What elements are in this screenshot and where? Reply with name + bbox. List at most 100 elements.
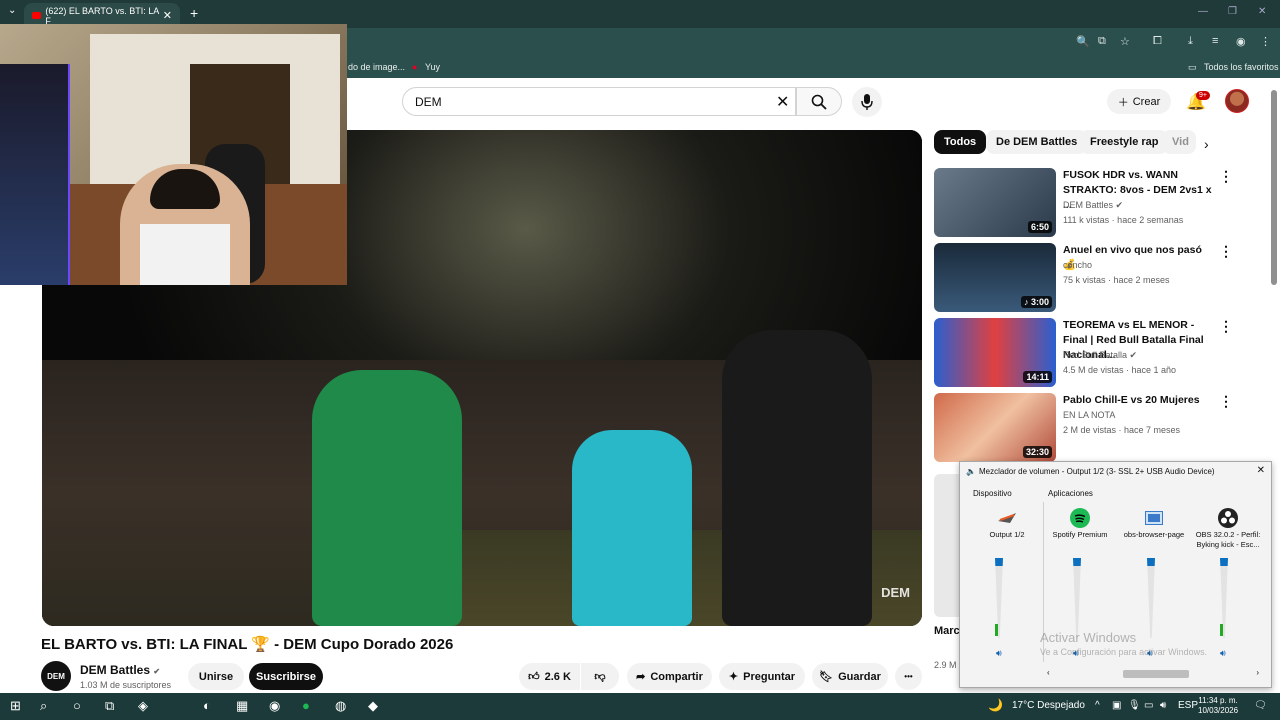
join-button[interactable]: Unirse	[188, 663, 244, 690]
chevron-right-icon[interactable]: ›	[1204, 136, 1209, 152]
save-button[interactable]: 🔖︎ Guardar	[812, 663, 888, 690]
thumbs-down-icon: 👎︎	[594, 671, 606, 683]
mute-speaker-icon[interactable]: 🔊︎	[1220, 648, 1226, 659]
more-options-icon[interactable]: ⋮	[1219, 168, 1233, 185]
volume-slider-output[interactable]	[995, 558, 1003, 638]
tab-list-chevron-icon[interactable]: ⌄	[8, 5, 16, 16]
weather-text[interactable]: 17°C Despejado	[1012, 700, 1085, 711]
bookmark-item[interactable]: Yuy	[425, 62, 440, 72]
subscriber-count: 1.03 M de suscriptores	[80, 680, 172, 690]
system-clock[interactable]: 11:34 p. m. 10/03/2026	[1198, 696, 1238, 716]
store-icon[interactable]: ▦	[236, 698, 248, 714]
tray-chevron-icon[interactable]: ^	[1095, 700, 1100, 711]
volume-slider-browser[interactable]	[1147, 558, 1155, 638]
user-avatar[interactable]	[1225, 89, 1249, 113]
share-label: Compartir	[650, 670, 703, 683]
obs-icon	[1193, 506, 1263, 530]
download-icon[interactable]: ⤓	[1188, 35, 1193, 48]
copilot-icon[interactable]: ◈	[138, 698, 148, 714]
tab-title: (622) EL BARTO vs. BTI: LA F	[45, 5, 159, 26]
recommendation-item[interactable]: ♪ 3:00 Anuel en vivo que nos pasó 💰 conc…	[934, 243, 1266, 313]
webcam-tank-top	[140, 224, 230, 285]
maximize-icon[interactable]: ❐	[1228, 6, 1237, 17]
spotify-taskbar-icon[interactable]: ●	[302, 698, 310, 713]
thumbs-up-icon: 👍︎	[528, 671, 540, 683]
scrollbar-thumb[interactable]	[1123, 670, 1189, 678]
search-button[interactable]	[796, 87, 842, 116]
volume-slider-obs[interactable]	[1220, 558, 1228, 638]
recommendation-item[interactable]: 14:11 TEOREMA vs EL MENOR - Final | Red …	[934, 318, 1266, 388]
edge-icon[interactable]: ◐	[203, 698, 211, 713]
mixer-horizontal-scrollbar[interactable]: ‹ ›	[1043, 668, 1263, 680]
channel-avatar[interactable]: DEM	[41, 661, 71, 691]
clear-search-icon[interactable]: ✕	[776, 92, 789, 112]
pinterest-icon: ●	[412, 62, 418, 72]
chip-todos[interactable]: Todos	[934, 130, 987, 154]
tab-close-icon[interactable]: ✕	[163, 9, 172, 22]
like-button[interactable]: 👍︎ 2.6 K	[519, 663, 580, 690]
task-view-icon[interactable]: ⧉	[105, 698, 114, 714]
tray-mic-icon[interactable]: 🎙︎	[1128, 700, 1141, 711]
recommendation-meta: 2 M de vistas · hace 7 meses	[1063, 425, 1181, 435]
language-indicator[interactable]: ESP	[1178, 700, 1198, 711]
install-icon[interactable]: ⧉	[1098, 35, 1106, 48]
activate-windows-watermark: Activar Windows	[1040, 630, 1137, 645]
mixer-close-icon[interactable]: ✕	[1257, 465, 1265, 476]
chip-dem-battles[interactable]: De DEM Battles	[986, 130, 1088, 154]
channel-label: obs-browser-page	[1123, 530, 1185, 539]
playlist-icon[interactable]: ≡	[1212, 35, 1218, 47]
profile-icon[interactable]: ◉	[1236, 35, 1246, 48]
cortana-icon[interactable]: ○	[73, 698, 81, 713]
share-button[interactable]: ➦ Compartir	[627, 663, 712, 690]
tray-volume-icon[interactable]: 🔊︎	[1160, 700, 1166, 711]
menu-icon[interactable]: ⋮	[1260, 35, 1271, 48]
windows-start-icon[interactable]: ⊞	[10, 698, 21, 714]
minimize-icon[interactable]: —	[1198, 6, 1208, 17]
video-performer-green	[312, 370, 462, 626]
scroll-left-icon[interactable]: ‹	[1047, 668, 1050, 677]
more-options-icon[interactable]: ⋮	[1219, 243, 1233, 260]
taskbar-search-icon[interactable]: ⌕	[40, 698, 47, 714]
chip-freestyle-rap[interactable]: Freestyle rap	[1080, 130, 1169, 154]
recommendation-item[interactable]: 32:30 Pablo Chill-E vs 20 Mujeres EN LA …	[934, 393, 1266, 463]
volume-slider-spotify[interactable]	[1073, 558, 1081, 638]
window-close-icon[interactable]: ✕	[1258, 6, 1266, 17]
ask-label: Preguntar	[743, 670, 796, 683]
obs-taskbar-icon[interactable]: ◍	[335, 698, 346, 714]
zoom-icon[interactable]: 🔍	[1076, 35, 1090, 48]
chip-videos[interactable]: Vid	[1162, 130, 1196, 154]
folder-icon: ▭	[1188, 62, 1197, 72]
chrome-icon[interactable]: ◉	[269, 698, 280, 714]
bookmark-item[interactable]: do de image...	[348, 62, 405, 72]
dislike-button[interactable]: 👎︎	[581, 663, 619, 690]
subscribe-button[interactable]: Suscribirse	[249, 663, 323, 690]
all-bookmarks[interactable]: Todos los favoritos	[1204, 62, 1279, 72]
video-thumbnail: 6:50	[934, 168, 1056, 237]
create-button[interactable]: ＋ Crear	[1107, 89, 1171, 114]
new-tab-button[interactable]: +	[190, 5, 198, 21]
duration-badge: 32:30	[1022, 446, 1052, 458]
youtube-favicon-icon	[32, 12, 42, 19]
bookmark-star-icon[interactable]: ☆	[1120, 35, 1130, 48]
mute-speaker-icon[interactable]: 🔊︎	[996, 648, 1002, 659]
recommendation-meta: 4.5 M de vistas · hace 1 año	[1063, 365, 1177, 375]
more-actions-button[interactable]: •••	[895, 663, 922, 690]
scroll-right-icon[interactable]: ›	[1256, 668, 1259, 677]
recommendation-channel: Red Bull Batalla ✔	[1063, 350, 1138, 360]
channel-name[interactable]: DEM Battles ✔	[80, 663, 160, 677]
recommendation-item[interactable]: 6:50 FUSOK HDR vs. WANN STRAKTO: 8vos - …	[934, 168, 1266, 238]
page-scrollbar[interactable]	[1271, 90, 1277, 285]
video-watermark: DEM	[881, 585, 910, 600]
ask-button[interactable]: ✦ Preguntar	[719, 663, 805, 690]
extensions-icon[interactable]: ⧠	[1153, 35, 1162, 48]
app-taskbar-icon[interactable]: ◆	[368, 698, 378, 714]
tray-app-icon[interactable]: ▣	[1112, 700, 1121, 711]
tray-network-icon[interactable]: ▭	[1144, 700, 1153, 711]
more-options-icon[interactable]: ⋮	[1219, 318, 1233, 335]
partial-thumbnail[interactable]	[934, 474, 960, 617]
bookmark-icon: 🔖︎	[819, 671, 834, 683]
voice-search-button[interactable]	[852, 87, 882, 117]
notification-center-icon[interactable]: 🗨︎	[1254, 700, 1267, 711]
search-input[interactable]: DEM	[402, 87, 796, 116]
more-options-icon[interactable]: ⋮	[1219, 393, 1233, 410]
